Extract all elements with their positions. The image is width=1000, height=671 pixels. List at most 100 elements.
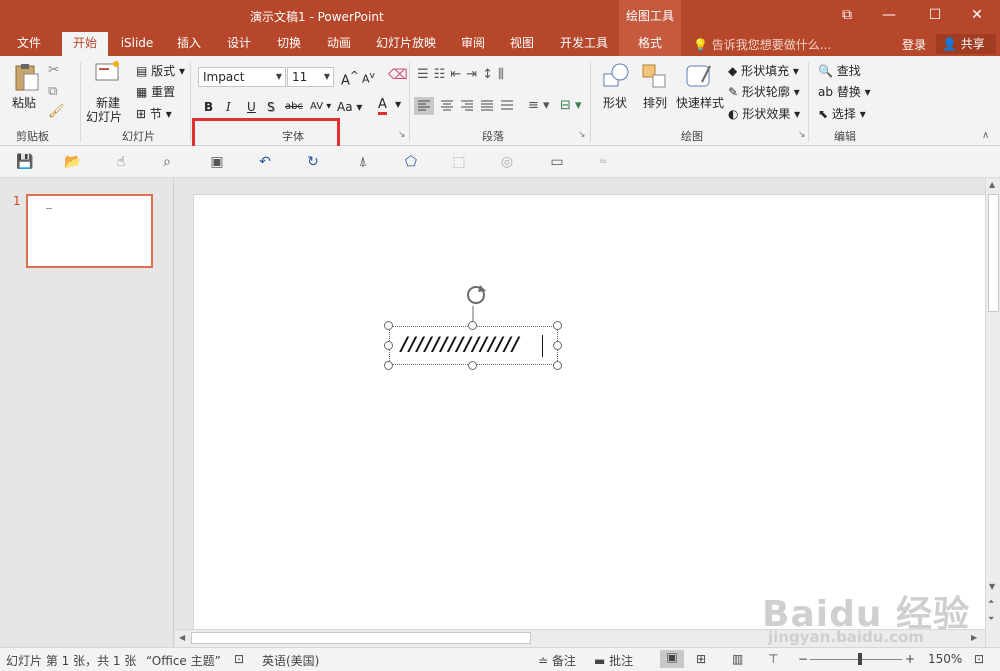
- tab-developer[interactable]: 开发工具: [553, 32, 615, 56]
- format-painter-qat-icon[interactable]: ⍋: [354, 153, 372, 171]
- normal-view-icon[interactable]: ▣: [660, 650, 684, 668]
- resize-handle[interactable]: [384, 341, 393, 350]
- font-name-combo[interactable]: Impact ▼: [198, 67, 286, 87]
- collapse-ribbon-icon[interactable]: ∧: [982, 130, 989, 141]
- reset-button[interactable]: ▦ 重置: [136, 83, 175, 100]
- undo-icon[interactable]: ↶: [256, 153, 274, 171]
- scroll-left-icon[interactable]: ◀: [179, 633, 185, 642]
- select-button[interactable]: ⬉ 选择 ▾: [818, 105, 866, 122]
- tab-design[interactable]: 设计: [218, 32, 260, 56]
- save-icon[interactable]: 💾: [16, 153, 34, 171]
- clear-formatting-icon[interactable]: ⌫: [388, 67, 408, 83]
- shapes-button[interactable]: [600, 62, 632, 93]
- find-button[interactable]: 🔍 查找: [818, 62, 861, 79]
- align-right-button[interactable]: [458, 97, 476, 118]
- section-button[interactable]: ⊞ 节 ▾: [136, 105, 172, 122]
- tab-islide[interactable]: iSlide: [114, 32, 160, 56]
- resize-handle[interactable]: [553, 341, 562, 350]
- arrange-button[interactable]: [640, 62, 670, 93]
- tab-view[interactable]: 视图: [501, 32, 543, 56]
- zoom-slider-track[interactable]: [810, 659, 902, 660]
- character-spacing-button[interactable]: AV ▾: [310, 101, 331, 112]
- share-button[interactable]: 👤 共享: [936, 34, 996, 54]
- open-folder-icon[interactable]: 📂: [64, 153, 82, 171]
- columns-icon[interactable]: ⫼: [498, 67, 509, 82]
- text-box-icon[interactable]: ▭: [548, 153, 566, 171]
- tab-format[interactable]: 格式: [619, 32, 681, 56]
- scroll-down-icon[interactable]: ▼: [989, 582, 995, 591]
- zoom-level[interactable]: 150%: [928, 652, 962, 666]
- minimize-button[interactable]: —: [866, 0, 912, 32]
- spelling-check-icon[interactable]: ⊡: [234, 652, 244, 666]
- print-preview-icon[interactable]: ⌕: [158, 153, 176, 171]
- tab-file[interactable]: 文件: [8, 32, 50, 56]
- bold-button[interactable]: B: [204, 100, 213, 114]
- smartart-icon[interactable]: ⊟ ▾: [560, 98, 582, 113]
- resize-handle[interactable]: [384, 321, 393, 330]
- text-direction-icon[interactable]: ≡ ▾: [528, 98, 550, 113]
- align-center-button[interactable]: [438, 97, 456, 118]
- ribbon-display-options-button[interactable]: ⧉: [824, 0, 870, 32]
- slideshow-from-start-icon[interactable]: ▣: [208, 153, 226, 171]
- tab-review[interactable]: 审阅: [452, 32, 494, 56]
- close-button[interactable]: ✕: [954, 0, 1000, 32]
- dialog-launcher-icon[interactable]: ↘: [398, 130, 406, 140]
- shrink-font-button[interactable]: Av: [362, 70, 375, 86]
- tab-animations[interactable]: 动画: [318, 32, 360, 56]
- shape-outline-button[interactable]: ✎ 形状轮廓 ▾: [728, 83, 800, 100]
- resize-handle[interactable]: [553, 321, 562, 330]
- tab-insert[interactable]: 插入: [168, 32, 210, 56]
- reading-view-icon[interactable]: ▥: [732, 652, 743, 666]
- zoom-in-button[interactable]: +: [905, 652, 915, 666]
- resize-handle[interactable]: [384, 361, 393, 370]
- fit-to-window-icon[interactable]: ⊡: [974, 652, 984, 666]
- scroll-up-icon[interactable]: ▲: [989, 180, 995, 189]
- crop-icon[interactable]: ⬚: [450, 153, 468, 171]
- distributed-button[interactable]: [498, 97, 516, 118]
- touch-mode-icon[interactable]: ☝: [112, 153, 130, 171]
- slide-sorter-view-icon[interactable]: ⊞: [696, 652, 706, 666]
- list-buttons-row[interactable]: ☰☷⇤⇥↕⫼: [417, 67, 509, 82]
- justify-button[interactable]: [478, 97, 496, 118]
- language-status[interactable]: 英语(美国): [262, 652, 319, 669]
- italic-button[interactable]: I: [226, 100, 231, 114]
- align-left-button[interactable]: [414, 97, 434, 115]
- new-slide-button[interactable]: [94, 60, 120, 82]
- font-size-combo[interactable]: 11 ▼: [287, 67, 334, 87]
- underline-button[interactable]: U: [247, 100, 256, 114]
- tell-me-search[interactable]: 💡 告诉我您想要做什么...: [693, 36, 831, 53]
- shape-fill-button[interactable]: ◆ 形状填充 ▾: [728, 62, 799, 79]
- tab-home[interactable]: 开始: [62, 32, 108, 56]
- format-painter-icon[interactable]: 🖌: [48, 104, 65, 119]
- horizontal-scroll-thumb[interactable]: [191, 632, 531, 644]
- redo-icon[interactable]: ↻: [304, 153, 322, 171]
- vertical-scroll-thumb[interactable]: [988, 194, 999, 312]
- zoom-slider-thumb[interactable]: [858, 653, 862, 665]
- decrease-indent-icon[interactable]: ⇤: [450, 67, 466, 82]
- text-shadow-button[interactable]: S: [267, 100, 275, 114]
- shape-effects-button[interactable]: ◐ 形状效果 ▾: [728, 105, 800, 122]
- zoom-out-button[interactable]: −: [798, 652, 808, 666]
- numbering-icon[interactable]: ☷: [434, 67, 451, 82]
- font-color-button[interactable]: A: [378, 98, 387, 115]
- customize-qat-icon[interactable]: =: [594, 153, 612, 171]
- resize-handle[interactable]: [553, 361, 562, 370]
- paste-button[interactable]: [10, 62, 40, 92]
- merge-shapes-icon[interactable]: ◎: [498, 153, 516, 171]
- bullets-icon[interactable]: ☰: [417, 67, 434, 82]
- increase-indent-icon[interactable]: ⇥: [466, 67, 482, 82]
- vertical-scrollbar[interactable]: ▲ ▼ ⏶ ⏷: [985, 178, 1000, 647]
- next-slide-icon[interactable]: ⏷: [988, 614, 994, 624]
- tab-transitions[interactable]: 切换: [268, 32, 310, 56]
- cut-icon[interactable]: ✂: [48, 62, 60, 78]
- copy-icon[interactable]: ⧉: [48, 84, 57, 99]
- notes-button[interactable]: ≐ 备注: [538, 652, 576, 669]
- scroll-right-icon[interactable]: ▶: [971, 633, 977, 642]
- quick-styles-button[interactable]: [684, 62, 714, 93]
- text-box-content[interactable]: ///////////////: [401, 333, 520, 355]
- slide-thumbnail[interactable]: [26, 194, 153, 268]
- resize-handle[interactable]: [468, 321, 477, 330]
- dialog-launcher-icon[interactable]: ↘: [578, 130, 586, 140]
- line-spacing-icon[interactable]: ↕: [482, 67, 498, 82]
- previous-slide-icon[interactable]: ⏶: [988, 597, 994, 607]
